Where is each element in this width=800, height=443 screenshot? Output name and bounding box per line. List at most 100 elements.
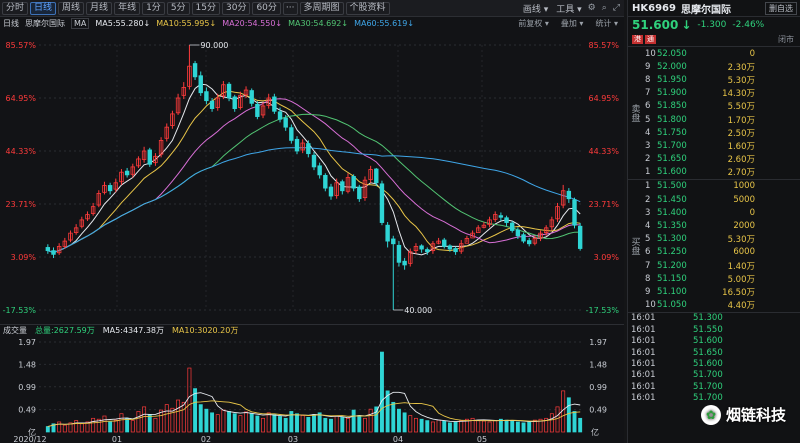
volume-bar: [238, 415, 243, 433]
bid-row[interactable]: 1 51.500 1000: [628, 180, 800, 193]
volume-bar: [125, 417, 130, 433]
ask-volume: 5.50万: [727, 102, 755, 113]
volume-bar: [340, 417, 345, 433]
ma-legend-item: MA5:55.280↓: [95, 19, 151, 28]
bid-row[interactable]: 3 51.400 0: [628, 206, 800, 219]
ask-volume: 1.70万: [727, 115, 755, 126]
volume-bar: [487, 421, 492, 433]
candle: [68, 230, 73, 243]
ma-right-link-2[interactable]: 统计 ▾: [595, 18, 618, 29]
candle: [102, 181, 107, 195]
volume-bar: [368, 408, 373, 433]
tick-price: 51.700: [693, 381, 723, 392]
ask-row[interactable]: 7 51.900 14.30万: [628, 87, 800, 100]
bid-row[interactable]: 10 51.050 4.40万: [628, 299, 800, 312]
y-tick-right: 64.95%: [588, 94, 619, 103]
y-tick-right: 44.33%: [588, 147, 619, 156]
bid-row[interactable]: 8 51.150 5.00万: [628, 272, 800, 285]
price-chart[interactable]: 85.57% 85.57% 64.95% 64.95% 44.33% 44.33% 23.7…: [0, 30, 624, 322]
fullscreen-icon[interactable]: ⤢: [613, 3, 620, 13]
volume-bar: [221, 409, 226, 433]
candle: [306, 140, 311, 158]
ask-volume: 0: [749, 48, 755, 59]
period-tab-6[interactable]: 5分: [166, 1, 190, 15]
period-tab-3[interactable]: 月线: [86, 1, 113, 15]
candle: [73, 224, 79, 235]
tick-row: 16:01 51.700: [628, 381, 800, 392]
search-icon[interactable]: ⌕: [602, 3, 607, 13]
period-tab-8[interactable]: 30分: [222, 1, 251, 15]
volume-bar: [272, 414, 277, 433]
ask-book: 卖盘 10 52.050 0 9 52.000 2.30万 8 51.950 5.30万 7 51.…: [628, 47, 800, 180]
volume-chart[interactable]: 1.97 1.971.48 1.480.99 0.990.49 0.49亿 亿2020/1…: [0, 336, 624, 443]
tick-price: 51.550: [693, 324, 723, 335]
x-tick: 05: [477, 435, 487, 443]
hk-tag: 港: [632, 34, 643, 44]
volume-ma5: MA5:4347.38万: [102, 326, 165, 335]
bid-row[interactable]: 9 51.100 16.50万: [628, 285, 800, 298]
period-tab-9[interactable]: 60分: [252, 1, 281, 15]
ask-row[interactable]: 6 51.850 5.50万: [628, 100, 800, 113]
tick-row: 16:01 51.300: [628, 313, 800, 324]
bid-price: 51.450: [657, 194, 687, 205]
gear-icon[interactable]: ⚙: [588, 3, 596, 13]
period-tab-0[interactable]: 分时: [2, 1, 29, 15]
volume-bar: [476, 419, 481, 433]
candle: [430, 241, 436, 254]
volume-bar: [329, 418, 333, 433]
period-tab-5[interactable]: 1分: [142, 1, 165, 15]
volume-bar: [232, 413, 237, 433]
ma-right-link-1[interactable]: 叠加 ▾: [561, 18, 584, 29]
candle: [147, 147, 152, 167]
period-toolbar: 分时 日线 周线 月线 年线 1分 5分 15分 30分 60分 ··· 多周期图 个股资料 画线 ▾ 工具…: [0, 0, 624, 17]
tools-button[interactable]: 工具 ▾: [556, 2, 581, 15]
bid-price: 51.400: [657, 207, 687, 218]
ellipsis-icon[interactable]: ···: [282, 1, 298, 15]
trade-ticks: 16:01 51.300 16:01 51.550 16:01 51.600 16:01 51…: [628, 313, 800, 404]
ask-price: 52.000: [657, 61, 687, 72]
ma-right-link-0[interactable]: 前复权 ▾: [518, 18, 549, 29]
volume-bar: [566, 397, 571, 433]
candle: [442, 237, 447, 249]
ask-row[interactable]: 10 52.050 0: [628, 47, 800, 60]
period-tab-1[interactable]: 日线: [30, 1, 57, 15]
tick-price: 51.700: [693, 370, 723, 381]
volume-bar: [255, 415, 260, 433]
bid-price: 51.200: [657, 260, 687, 271]
bid-row[interactable]: 6 51.250 6000: [628, 246, 800, 259]
y-tick-left: 44.33%: [5, 147, 36, 156]
ask-row[interactable]: 4 51.750 2.50万: [628, 126, 800, 139]
bid-row[interactable]: 7 51.200 1.40万: [628, 259, 800, 272]
draw-line-button[interactable]: 画线 ▾: [523, 2, 548, 15]
x-tick: 2020/12: [13, 435, 46, 443]
ask-row[interactable]: 2 51.650 2.60万: [628, 153, 800, 166]
candle: [385, 222, 390, 248]
bid-volume: 2000: [733, 221, 755, 232]
ask-volume: 5.30万: [727, 75, 755, 86]
y-tick-left: 64.95%: [5, 94, 36, 103]
bid-row[interactable]: 5 51.300 5.30万: [628, 233, 800, 246]
period-tab-2[interactable]: 周线: [58, 1, 85, 15]
ask-row[interactable]: 3 51.700 1.60万: [628, 139, 800, 152]
volume-ma10: MA10:3020.20万: [172, 326, 239, 335]
candle: [487, 216, 492, 228]
multi-period-button[interactable]: 多周期图: [299, 1, 344, 15]
ask-volume: 2.50万: [727, 128, 755, 139]
remove-watchlist-button[interactable]: 删自选: [765, 1, 797, 15]
ask-row[interactable]: 5 51.800 1.70万: [628, 113, 800, 126]
bid-row[interactable]: 4 51.350 2000: [628, 219, 800, 232]
ma-select[interactable]: MA: [71, 18, 90, 29]
stock-info-button[interactable]: 个股资料: [345, 1, 390, 15]
candle: [96, 190, 101, 208]
volume-bar: [453, 421, 458, 433]
period-tab-7[interactable]: 15分: [191, 1, 220, 15]
candle: [311, 152, 317, 171]
ask-row[interactable]: 8 51.950 5.30万: [628, 73, 800, 86]
period-tab-4[interactable]: 年线: [114, 1, 141, 15]
bid-book: 买盘 1 51.500 1000 2 51.450 5000 3 51.400 0 4 51.350…: [628, 180, 800, 313]
ask-row[interactable]: 9 52.000 2.30万: [628, 60, 800, 73]
volume-bar: [436, 419, 441, 433]
ask-row[interactable]: 1 51.600 2.70万: [628, 166, 800, 179]
ask-price: 51.950: [657, 74, 687, 85]
bid-row[interactable]: 2 51.450 5000: [628, 193, 800, 206]
